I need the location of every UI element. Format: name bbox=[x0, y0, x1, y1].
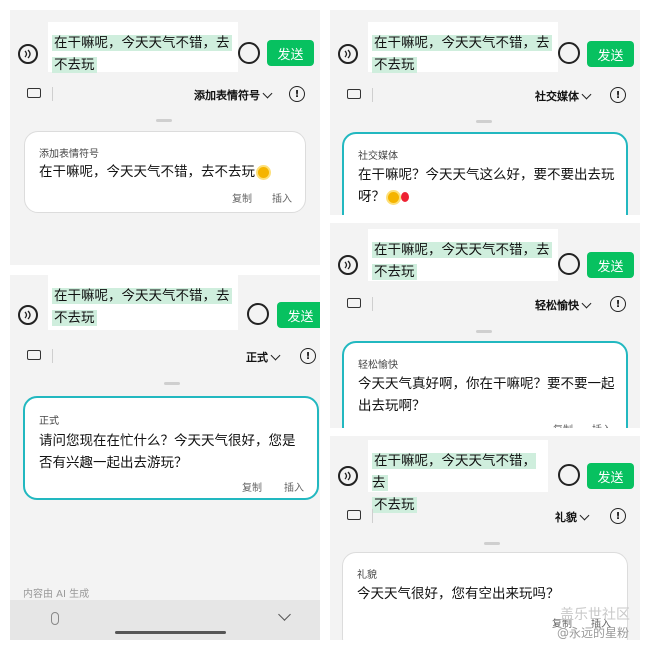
emoji-icon[interactable] bbox=[247, 303, 269, 325]
chevron-down-icon bbox=[581, 298, 592, 309]
divider bbox=[52, 349, 53, 363]
keyboard-icon[interactable] bbox=[27, 350, 41, 360]
card-text: 在干嘛呢，今天天气不错，去不去玩 bbox=[39, 161, 269, 183]
keyboard-icon[interactable] bbox=[27, 88, 41, 98]
voice-icon[interactable] bbox=[338, 44, 358, 64]
info-icon[interactable]: ! bbox=[300, 348, 316, 364]
card-label: 添加表情符号 bbox=[39, 149, 99, 160]
mode-selector[interactable]: 正式 bbox=[246, 349, 281, 365]
keyboard-icon[interactable] bbox=[347, 89, 361, 99]
toolbar: 正式 ! bbox=[10, 344, 320, 368]
toolbar: 添加表情符号 ! bbox=[10, 82, 320, 106]
card-label: 社交媒体 bbox=[358, 151, 398, 162]
insert-button[interactable]: 插入 bbox=[592, 421, 612, 428]
voice-icon[interactable] bbox=[18, 44, 38, 64]
watermark-user: @永远的星粉 bbox=[557, 626, 630, 640]
insert-button[interactable]: 插入 bbox=[272, 190, 292, 205]
info-icon[interactable]: ! bbox=[610, 87, 626, 103]
info-icon[interactable]: ! bbox=[610, 296, 626, 312]
mode-selector[interactable]: 轻松愉快 bbox=[535, 297, 592, 313]
message-input[interactable]: 在干嘛呢，今天天气不错，去 不去玩 bbox=[368, 229, 558, 281]
card-text: 今天天气真好啊，你在干嘛呢？要不要一起 出去玩啊？ bbox=[358, 376, 615, 414]
input-line-2: 不去玩 bbox=[372, 57, 417, 73]
panel-relaxed: 在干嘛呢，今天天气不错，去 不去玩 发送 轻松愉快 ! 轻松愉快 今天天气真好啊… bbox=[330, 223, 640, 428]
card-label: 正式 bbox=[39, 416, 59, 427]
card-label: 礼貌 bbox=[357, 570, 377, 581]
divider bbox=[372, 297, 373, 311]
emoji-icon[interactable] bbox=[558, 253, 580, 275]
collapse-chevron-icon[interactable] bbox=[278, 608, 291, 621]
chevron-down-icon bbox=[270, 350, 281, 361]
chevron-down-icon bbox=[581, 89, 592, 100]
copy-button[interactable]: 复制 bbox=[553, 421, 573, 428]
message-input[interactable]: 在干嘛呢，今天天气不错，去 不去玩 bbox=[368, 22, 558, 73]
send-button[interactable]: 发送 bbox=[587, 252, 634, 278]
drag-handle[interactable] bbox=[484, 542, 500, 545]
drag-handle[interactable] bbox=[476, 120, 492, 123]
drag-handle[interactable] bbox=[164, 382, 180, 385]
keyboard-icon[interactable] bbox=[347, 298, 361, 308]
sun-emoji-icon bbox=[388, 191, 399, 203]
input-line-1: 在干嘛呢，今天天气不错，去 bbox=[372, 242, 552, 258]
card-text: 在干嘛呢？今天天气这么好，要不要出去玩 呀？ bbox=[358, 167, 615, 205]
send-button[interactable]: 发送 bbox=[267, 40, 314, 66]
watermark-title: 盖乐世社区 bbox=[560, 607, 630, 623]
toolbar: 礼貌 ! bbox=[330, 504, 640, 528]
mode-selector[interactable]: 社交媒体 bbox=[535, 88, 592, 104]
voice-icon[interactable] bbox=[338, 255, 358, 275]
suggestion-card[interactable]: 社交媒体 在干嘛呢？今天天气这么好，要不要出去玩 呀？ bbox=[342, 132, 628, 215]
send-button[interactable]: 发送 bbox=[277, 302, 320, 328]
toolbar: 轻松愉快 ! bbox=[330, 292, 640, 316]
send-button[interactable]: 发送 bbox=[587, 463, 634, 489]
drag-handle[interactable] bbox=[476, 330, 492, 333]
message-input[interactable]: 在干嘛呢，今天天气不错，去 不去玩 bbox=[48, 22, 238, 73]
send-button[interactable]: 发送 bbox=[587, 41, 634, 67]
ai-generated-note: 内容由 AI 生成 bbox=[23, 589, 90, 600]
input-line-2: 不去玩 bbox=[372, 264, 417, 280]
insert-button[interactable]: 插入 bbox=[284, 479, 304, 494]
mode-selector[interactable]: 添加表情符号 bbox=[194, 87, 273, 103]
input-line-2: 不去玩 bbox=[52, 57, 97, 73]
emoji-icon[interactable] bbox=[558, 464, 580, 486]
card-text: 今天天气很好，您有空出来玩吗？ bbox=[357, 586, 560, 602]
voice-icon[interactable] bbox=[18, 305, 38, 325]
input-line-1: 在干嘛呢，今天天气不错，去 bbox=[52, 288, 232, 304]
mode-selector[interactable]: 礼貌 bbox=[555, 509, 590, 525]
card-label: 轻松愉快 bbox=[358, 360, 398, 371]
emoji-icon[interactable] bbox=[238, 42, 260, 64]
panel-social-media: 在干嘛呢，今天天气不错，去 不去玩 发送 社交媒体 ! 社交媒体 在干嘛呢？今天… bbox=[330, 10, 640, 215]
microphone-icon[interactable] bbox=[51, 612, 59, 625]
chevron-down-icon bbox=[262, 88, 273, 99]
message-input[interactable]: 在干嘛呢，今天天气不错，去 不去玩 bbox=[368, 440, 548, 513]
divider bbox=[372, 88, 373, 102]
info-icon[interactable]: ! bbox=[289, 86, 305, 102]
input-line-2: 不去玩 bbox=[52, 310, 97, 326]
sun-emoji-icon bbox=[258, 166, 269, 178]
message-input[interactable]: 在干嘛呢，今天天气不错，去 不去玩 bbox=[48, 275, 238, 330]
chevron-down-icon bbox=[579, 510, 590, 521]
input-line-1: 在干嘛呢，今天天气不错，去 bbox=[372, 35, 552, 51]
card-text: 请问您现在在忙什么？今天天气很好，您是 否有兴趣一起出去游玩？ bbox=[39, 433, 296, 471]
info-icon[interactable]: ! bbox=[610, 508, 626, 524]
input-line-1: 在干嘛呢，今天天气不错，去 bbox=[52, 35, 232, 51]
suggestion-card[interactable]: 添加表情符号 在干嘛呢，今天天气不错，去不去玩 复制 插入 bbox=[24, 131, 306, 213]
balloon-emoji-icon bbox=[401, 192, 409, 202]
suggestion-card[interactable]: 轻松愉快 今天天气真好啊，你在干嘛呢？要不要一起 出去玩啊？ 复制 插入 bbox=[342, 341, 628, 428]
divider bbox=[52, 87, 53, 101]
suggestion-card[interactable]: 正式 请问您现在在忙什么？今天天气很好，您是 否有兴趣一起出去游玩？ 复制 插入 bbox=[23, 396, 319, 500]
voice-icon[interactable] bbox=[338, 466, 358, 486]
emoji-icon[interactable] bbox=[558, 42, 580, 64]
copy-button[interactable]: 复制 bbox=[242, 479, 262, 494]
toolbar: 社交媒体 ! bbox=[330, 83, 640, 107]
input-line-1: 在干嘛呢，今天天气不错，去 bbox=[372, 453, 536, 491]
drag-handle[interactable] bbox=[156, 119, 172, 122]
home-indicator bbox=[115, 631, 226, 634]
panel-emoji: 在干嘛呢，今天天气不错，去 不去玩 发送 添加表情符号 ! 添加表情符号 在干嘛… bbox=[10, 10, 320, 265]
copy-button[interactable]: 复制 bbox=[232, 190, 252, 205]
divider bbox=[372, 509, 373, 523]
keyboard-icon[interactable] bbox=[347, 510, 361, 520]
panel-formal: 在干嘛呢，今天天气不错，去 不去玩 发送 正式 ! 正式 请问您现在在忙什么？今… bbox=[10, 275, 320, 640]
bottom-bar bbox=[10, 600, 320, 640]
